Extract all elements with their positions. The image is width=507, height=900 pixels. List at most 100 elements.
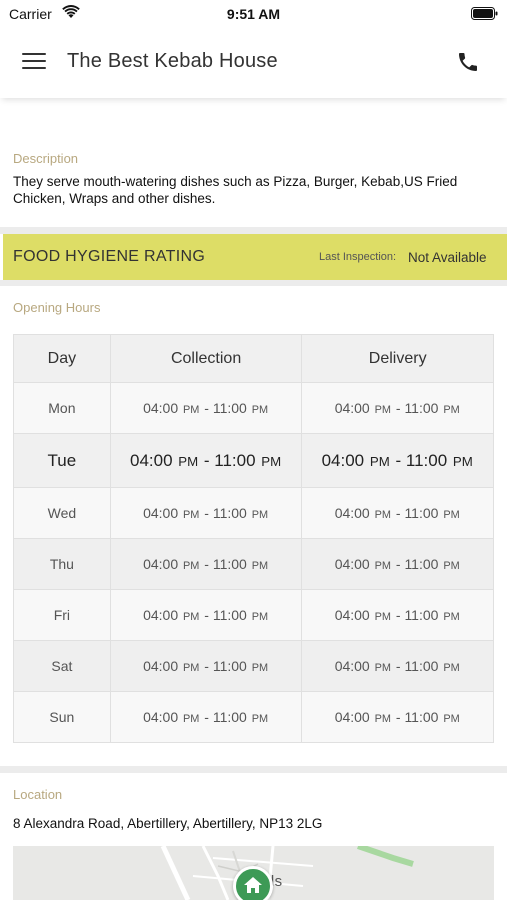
- start-ampm: PM: [374, 713, 391, 725]
- time-separator: -: [395, 400, 401, 416]
- section-divider: [0, 280, 507, 286]
- time-separator: -: [395, 556, 401, 572]
- start-ampm: PM: [183, 713, 200, 725]
- location-map[interactable]: S ells: [13, 846, 494, 900]
- time-separator: -: [204, 400, 209, 416]
- status-bar: Carrier 9:51 AM: [0, 0, 507, 28]
- location-address: 8 Alexandra Road, Abertillery, Abertille…: [13, 816, 323, 831]
- start-ampm: PM: [374, 509, 391, 521]
- last-inspection-value: Not Available: [408, 250, 487, 265]
- hygiene-title: FOOD HYGIENE RATING: [13, 248, 206, 265]
- table-row: Mon 04:00 PM - 11:00 PM 04:00 PM - 11:00…: [13, 382, 494, 434]
- opening-hours-label: Opening Hours: [13, 300, 101, 315]
- delivery-hours-cell: 04:00 PM - 11:00 PM: [301, 691, 494, 743]
- start-time: 04:00: [143, 607, 179, 623]
- end-ampm: PM: [443, 662, 460, 674]
- time-separator: -: [204, 556, 209, 572]
- end-ampm: PM: [251, 404, 269, 416]
- table-row: Sun 04:00 PM - 11:00 PM 04:00 PM - 11:00…: [13, 691, 494, 743]
- home-map-pin-icon[interactable]: [233, 866, 273, 900]
- start-time: 04:00: [143, 556, 179, 572]
- phone-icon[interactable]: [456, 50, 480, 74]
- time-separator: -: [395, 450, 402, 470]
- day-cell: Wed: [13, 487, 111, 539]
- time-separator: -: [395, 709, 401, 725]
- start-ampm: PM: [183, 662, 200, 674]
- start-ampm: PM: [374, 404, 391, 416]
- table-row: Sat 04:00 PM - 11:00 PM 04:00 PM - 11:00…: [13, 640, 494, 692]
- opening-hours-table: Day Collection Delivery Mon 04:00 PM - 1…: [13, 334, 494, 743]
- end-time: 11:00: [404, 400, 439, 416]
- column-header-day: Day: [13, 334, 111, 383]
- collection-hours-cell: 04:00 PM - 11:00 PM: [109, 433, 303, 488]
- start-time: 04:00: [334, 709, 370, 725]
- location-label: Location: [13, 787, 63, 802]
- end-time: 11:00: [212, 505, 247, 521]
- day-cell: Thu: [13, 538, 111, 590]
- start-ampm: PM: [183, 560, 200, 572]
- description-text: They serve mouth-watering dishes such as…: [13, 174, 458, 206]
- day-cell: Tue: [13, 433, 111, 488]
- time-separator: -: [395, 607, 401, 623]
- start-ampm: PM: [183, 611, 200, 623]
- start-time: 04:00: [143, 400, 179, 416]
- day-cell: Fri: [13, 589, 111, 641]
- end-time: 11:00: [404, 556, 439, 572]
- end-time: 11:00: [212, 658, 247, 674]
- end-ampm: PM: [251, 713, 269, 725]
- end-time: 11:00: [404, 505, 439, 521]
- delivery-hours-cell: 04:00 PM - 11:00 PM: [301, 487, 494, 539]
- start-time: 04:00: [143, 658, 179, 674]
- start-ampm: PM: [183, 404, 200, 416]
- day-cell: Mon: [13, 382, 111, 434]
- start-ampm: PM: [374, 662, 391, 674]
- section-divider: [0, 227, 507, 234]
- start-ampm: PM: [374, 560, 391, 572]
- time-separator: -: [395, 505, 401, 521]
- collection-hours-cell: 04:00 PM - 11:00 PM: [109, 640, 303, 692]
- start-time: 04:00: [334, 505, 370, 521]
- end-time: 11:00: [404, 709, 439, 725]
- start-ampm: PM: [369, 453, 390, 469]
- end-ampm: PM: [251, 662, 269, 674]
- start-time: 04:00: [334, 400, 370, 416]
- time-separator: -: [204, 505, 209, 521]
- time-separator: -: [204, 658, 209, 674]
- collection-hours-cell: 04:00 PM - 11:00 PM: [109, 691, 303, 743]
- end-time: 11:00: [404, 658, 439, 674]
- description-label: Description: [13, 151, 79, 166]
- delivery-hours-cell: 04:00 PM - 11:00 PM: [301, 640, 494, 692]
- end-time: 11:00: [212, 709, 247, 725]
- time-separator: -: [203, 450, 210, 470]
- end-ampm: PM: [443, 713, 460, 725]
- food-hygiene-banner: FOOD HYGIENE RATING Last Inspection: Not…: [3, 234, 507, 280]
- start-time: 04:00: [129, 450, 173, 470]
- section-divider: [0, 766, 507, 773]
- day-cell: Sun: [13, 691, 111, 743]
- page-title: The Best Kebab House: [67, 50, 278, 72]
- status-time: 9:51 AM: [226, 6, 281, 22]
- start-time: 04:00: [321, 450, 365, 470]
- time-separator: -: [395, 658, 401, 674]
- hamburger-menu-icon[interactable]: [22, 53, 46, 71]
- end-ampm: PM: [452, 453, 473, 469]
- end-ampm: PM: [443, 509, 460, 521]
- end-ampm: PM: [443, 560, 460, 572]
- end-ampm: PM: [251, 509, 269, 521]
- battery-icon: [471, 7, 498, 20]
- column-header-collection: Collection: [109, 334, 303, 383]
- end-ampm: PM: [443, 611, 460, 623]
- collection-hours-cell: 04:00 PM - 11:00 PM: [109, 382, 303, 434]
- end-time: 11:00: [404, 607, 439, 623]
- table-header-row: Day Collection Delivery: [13, 334, 494, 383]
- start-ampm: PM: [183, 509, 200, 521]
- start-ampm: PM: [178, 453, 199, 469]
- collection-hours-cell: 04:00 PM - 11:00 PM: [109, 589, 303, 641]
- start-ampm: PM: [374, 611, 391, 623]
- end-ampm: PM: [261, 453, 282, 469]
- end-time: 11:00: [212, 607, 247, 623]
- table-row: Thu 04:00 PM - 11:00 PM 04:00 PM - 11:00…: [13, 538, 494, 590]
- table-row-today: Tue 04:00 PM - 11:00 PM 04:00 PM - 11:00…: [13, 433, 494, 488]
- end-time: 11:00: [214, 450, 256, 470]
- delivery-hours-cell: 04:00 PM - 11:00 PM: [301, 589, 494, 641]
